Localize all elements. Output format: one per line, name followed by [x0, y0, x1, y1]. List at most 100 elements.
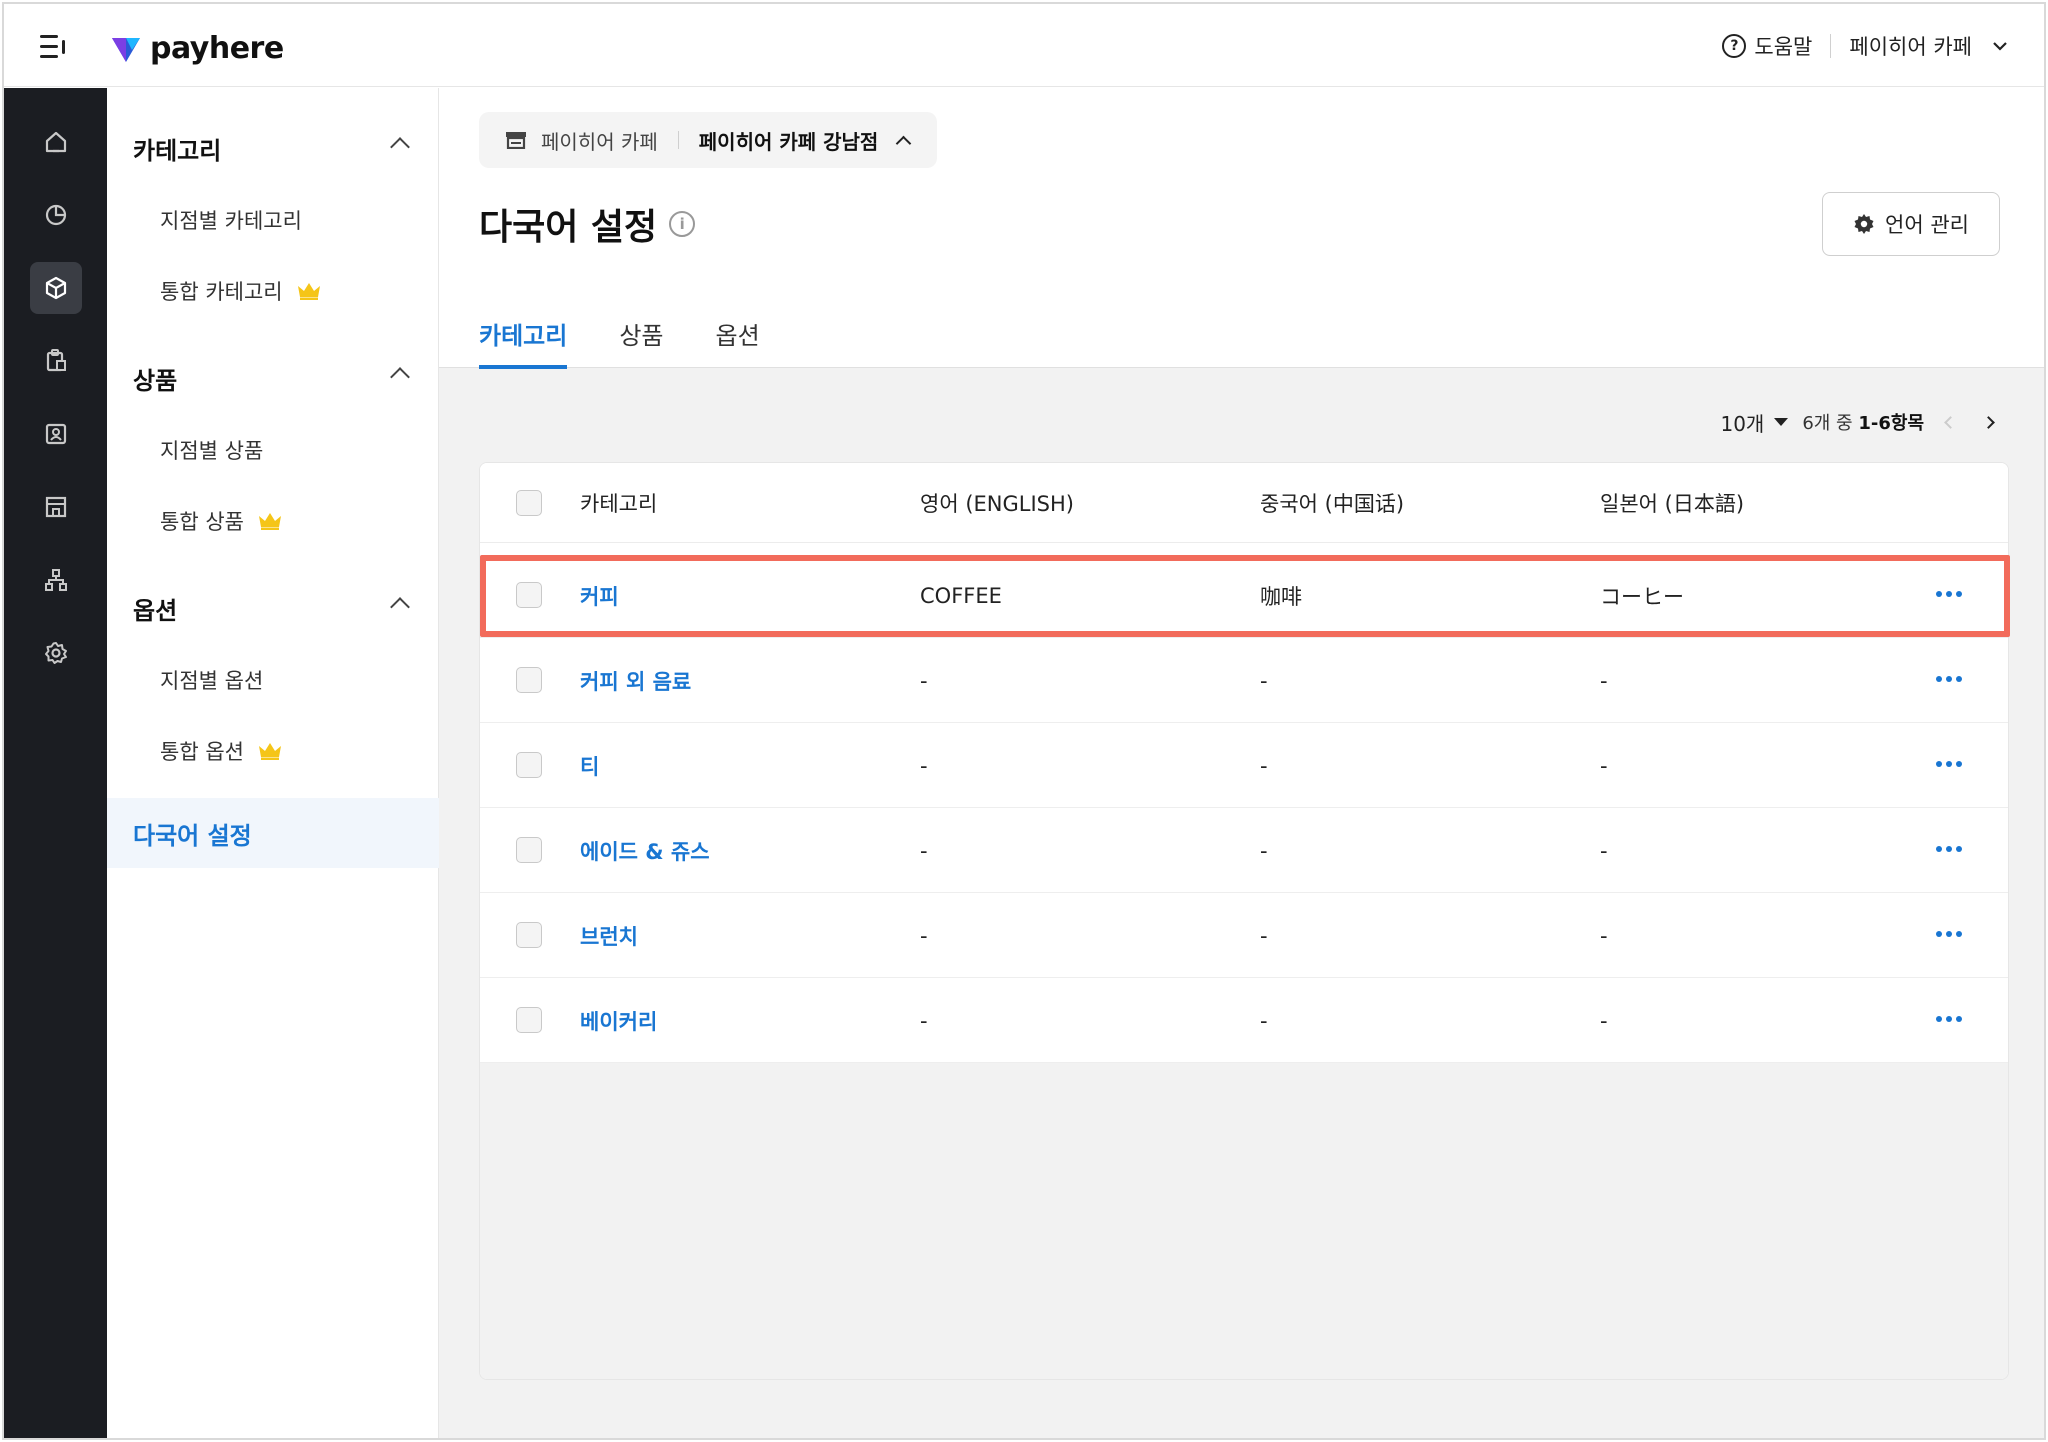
language-manage-button[interactable]: 언어 관리	[1822, 192, 2000, 256]
chinese-value: 咖啡	[1260, 584, 1302, 609]
logo[interactable]: payhere	[110, 28, 284, 68]
table-row[interactable]: 커피 외 음료 - - -	[480, 638, 2008, 723]
chinese-value: -	[1260, 838, 1268, 863]
page-range: 6개 중 1-6항목	[1802, 409, 1924, 435]
row-checkbox[interactable]	[516, 582, 542, 608]
settings-icon[interactable]	[30, 627, 82, 679]
tab-category[interactable]: 카테고리	[479, 296, 568, 369]
home-icon[interactable]	[30, 116, 82, 168]
sidebar-item-store-option[interactable]: 지점별 옵션	[107, 652, 439, 708]
tab-product[interactable]: 상품	[619, 296, 663, 368]
crown-icon	[297, 283, 320, 300]
help-label: 도움말	[1754, 35, 1813, 59]
table-row[interactable]: 에이드 & 쥬스 - - -	[480, 808, 2008, 893]
japanese-value: -	[1600, 668, 1608, 693]
chinese-value: -	[1260, 668, 1268, 693]
sidebar-item-label: 다국어 설정	[133, 821, 252, 850]
chevron-up-icon	[390, 137, 410, 157]
brand-name: payhere	[150, 30, 284, 66]
sidebar-item-unified-product[interactable]: 통합 상품	[107, 493, 439, 549]
pagination: 10개 6개 중 1-6항목	[1720, 404, 2000, 440]
column-header-category: 카테고리	[580, 492, 658, 516]
tab-option[interactable]: 옵션	[716, 296, 760, 368]
more-options-icon[interactable]	[1936, 1016, 1964, 1024]
chevron-right-icon	[1981, 415, 1995, 429]
sidebar-item-store-category[interactable]: 지점별 카테고리	[107, 192, 439, 248]
row-checkbox[interactable]	[516, 922, 542, 948]
product-box-icon[interactable]	[30, 262, 82, 314]
next-page-button[interactable]	[1976, 407, 2000, 437]
app-frame: payhere ? 도움말 페이히어 카페 카테고리 지점별 카테고리 통합 카…	[2, 2, 2046, 1440]
table-row[interactable]: 브런치 - - -	[480, 893, 2008, 978]
sidebar-group-label: 옵션	[133, 596, 178, 625]
chevron-up-icon	[896, 135, 912, 151]
category-name-link[interactable]: 에이드 & 쥬스	[580, 808, 710, 893]
chinese-value: -	[1260, 923, 1268, 948]
category-name-link[interactable]: 티	[580, 723, 599, 808]
store-icon[interactable]	[30, 481, 82, 533]
english-value: -	[920, 753, 928, 778]
more-options-icon[interactable]	[1936, 676, 1964, 684]
table-row[interactable]: 커피 COFFEE 咖啡 コーヒー	[480, 553, 2008, 638]
store-breadcrumb[interactable]: 페이히어 카페 페이히어 카페 강남점	[479, 112, 938, 168]
row-checkbox[interactable]	[516, 1007, 542, 1033]
tab-bar: 카테고리 상품 옵션	[479, 296, 760, 369]
chevron-up-icon	[390, 367, 410, 387]
org-chart-icon[interactable]	[30, 554, 82, 606]
info-icon[interactable]: i	[669, 211, 696, 237]
row-checkbox[interactable]	[516, 667, 542, 693]
gear-icon	[1854, 214, 1874, 234]
sidebar-item-multilanguage[interactable]: 다국어 설정	[107, 798, 439, 868]
chevron-up-icon	[390, 597, 410, 617]
english-value: -	[920, 838, 928, 863]
analytics-icon[interactable]	[30, 189, 82, 241]
sidebar-item-unified-category[interactable]: 통합 카테고리	[107, 263, 439, 319]
sidebar-group-option[interactable]: 옵션	[107, 580, 439, 636]
sidebar-item-label: 지점별 옵션	[160, 669, 264, 693]
page-size-select[interactable]: 10개	[1720, 408, 1789, 437]
sidebar-group-product[interactable]: 상품	[107, 350, 439, 406]
more-options-icon[interactable]	[1936, 591, 1964, 599]
sidebar-item-store-product[interactable]: 지점별 상품	[107, 422, 439, 478]
table-row[interactable]: 티 - - -	[480, 723, 2008, 808]
page-title-text: 다국어 설정	[479, 207, 658, 248]
english-value: -	[920, 668, 928, 693]
english-value: -	[920, 923, 928, 948]
table-row[interactable]: 베이커리 - - -	[480, 978, 2008, 1063]
category-name-link[interactable]: 커피	[580, 553, 619, 638]
select-all-checkbox[interactable]	[516, 490, 542, 516]
category-name-link[interactable]: 브런치	[580, 893, 638, 978]
customer-icon[interactable]	[30, 408, 82, 460]
chinese-value: -	[1260, 753, 1268, 778]
row-checkbox[interactable]	[516, 837, 542, 863]
translation-table: 카테고리 영어 (ENGLISH) 중국어 (中国话) 일본어 (日本語) 커피…	[479, 462, 2009, 1380]
divider	[677, 131, 679, 149]
help-link[interactable]: ? 도움말	[1722, 31, 1812, 61]
payhere-logo-icon	[112, 38, 140, 62]
sidebar-item-label: 통합 카테고리	[160, 280, 283, 304]
sidebar-group-label: 상품	[133, 366, 178, 395]
category-name-link[interactable]: 베이커리	[580, 978, 657, 1063]
japanese-value: -	[1600, 753, 1608, 778]
nav-rail	[4, 88, 107, 1438]
sidebar-group-category[interactable]: 카테고리	[107, 120, 439, 176]
row-checkbox[interactable]	[516, 752, 542, 778]
more-options-icon[interactable]	[1936, 931, 1964, 939]
category-name-link[interactable]: 커피 외 음료	[580, 638, 691, 723]
menu-toggle-icon[interactable]	[40, 32, 74, 62]
sidebar-item-label: 지점별 카테고리	[160, 209, 302, 233]
sidebar-group-label: 카테고리	[133, 136, 222, 165]
store-selector[interactable]: 페이히어 카페	[1849, 31, 2008, 61]
prev-page-button[interactable]	[1938, 407, 1962, 437]
page-title: 다국어 설정 i	[479, 198, 696, 250]
crown-icon	[258, 513, 281, 530]
japanese-value: コーヒー	[1600, 584, 1684, 609]
table-header: 카테고리 영어 (ENGLISH) 중국어 (中国话) 일본어 (日本語)	[480, 463, 2008, 543]
crown-icon	[258, 743, 281, 760]
english-value: -	[920, 1008, 928, 1033]
caret-down-icon	[1774, 418, 1789, 426]
sidebar-item-unified-option[interactable]: 통합 옵션	[107, 723, 439, 779]
clipboard-icon[interactable]	[30, 335, 82, 387]
more-options-icon[interactable]	[1936, 846, 1964, 854]
more-options-icon[interactable]	[1936, 761, 1964, 769]
